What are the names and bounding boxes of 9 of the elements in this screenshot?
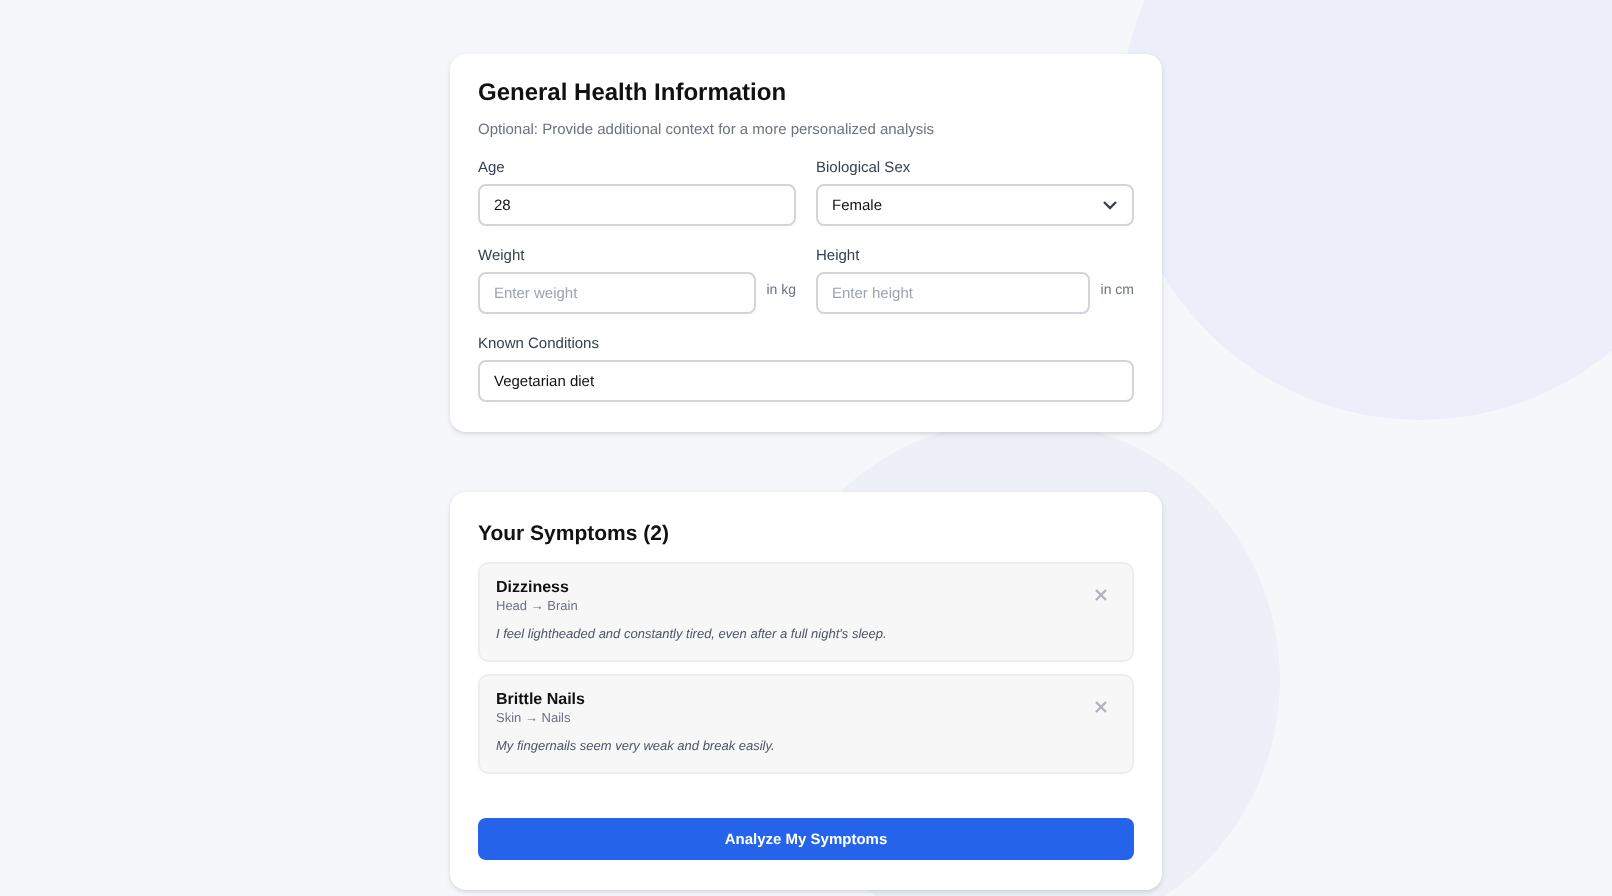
symptom-name: Brittle Nails <box>496 690 585 710</box>
close-icon <box>1094 588 1108 602</box>
section-title: Your Symptoms (2) <box>478 522 671 548</box>
symptom-name: Dizziness <box>496 578 569 598</box>
close-icon <box>1094 700 1108 714</box>
chevron-down-icon <box>1102 200 1118 210</box>
remove-button[interactable] <box>1092 586 1110 604</box>
remove-button[interactable] <box>1092 698 1110 716</box>
section-title: General Health Information <box>478 80 789 106</box>
